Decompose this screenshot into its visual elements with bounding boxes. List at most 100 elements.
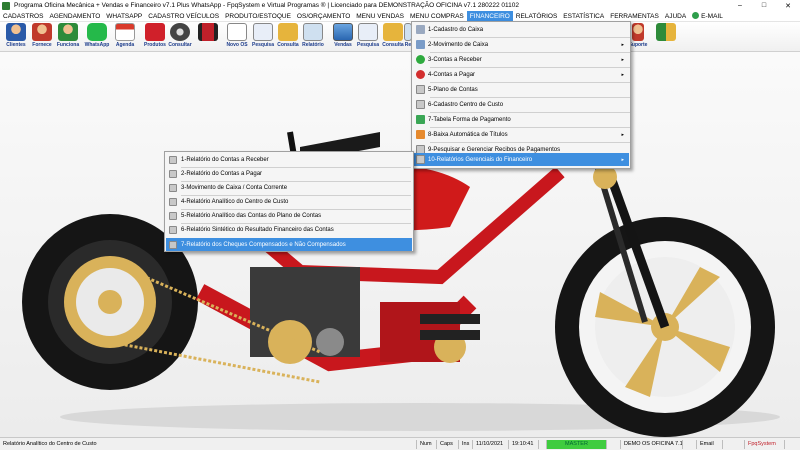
calendar-icon [115,23,135,41]
report-icon [416,155,425,164]
pencil-icon [416,115,425,124]
cash-movement-icon [416,40,425,49]
menu-item-contas-pagar[interactable]: 4-Contas a Pagar ▸ [413,68,629,81]
menu-cadastro-veiculos[interactable]: CADASTRO VEÍCULOS [145,11,222,22]
submenu-item-movimento-caixa[interactable]: 3-Movimento de Caixa / Conta Corrente [166,181,412,194]
menu-os-orcamento[interactable]: OS/ORÇAMENTO [294,11,353,22]
close-button[interactable]: ✕ [776,0,800,11]
submenu-item-centro-custo[interactable]: 4-Relatório Analítico do Centro de Custo [166,195,412,208]
cash-register-icon [416,25,425,34]
app-icon [2,1,10,10]
menu-financeiro[interactable]: FINANCEIRO [466,10,513,22]
maximize-button[interactable]: □ [752,0,776,11]
submenu-arrow-icon: ▸ [621,71,624,78]
exit-door-icon [656,23,676,41]
menu-whatsapp[interactable]: WHATSAPP [103,11,145,22]
submenu-arrow-icon: ▸ [621,41,624,48]
report-icon [169,155,177,164]
menu-compras[interactable]: MENU COMPRAS [407,11,467,22]
menu-item-plano-contas[interactable]: 5-Plano de Contas [413,83,629,96]
clients-icon [6,23,26,41]
report-icon [169,225,177,234]
menu-ajuda[interactable]: AJUDA [662,11,689,22]
toolbar-relatorio-os-button[interactable]: Relatório [300,23,326,51]
submenu-item-plano-contas[interactable]: 5-Relatório Analítico das Contas do Plan… [166,209,412,222]
menu-email[interactable]: E-MAIL [689,11,726,22]
email-icon [692,12,700,20]
motorcycle-icon [198,23,218,41]
supplier-icon [32,23,52,41]
toolbar-agenda-button[interactable]: Agenda [112,23,138,51]
monitor-icon [333,23,353,41]
submenu-item-contas-receber[interactable]: 1-Relatório do Contas a Receber [166,153,412,166]
submenu-item-cheques[interactable]: 7-Relatório dos Cheques Compensados e Nã… [166,238,412,251]
toolbar-clientes-button[interactable]: Clientes [3,23,29,51]
folder-icon [383,23,403,41]
resize-grip-icon[interactable] [784,440,800,449]
menu-bar: CADASTROS AGENDAMENTO WHATSAPP CADASTRO … [0,10,800,22]
menu-item-forma-pagamento[interactable]: 7-Tabela Forma de Pagamento [413,113,629,126]
menu-item-contas-receber[interactable]: 3-Contas a Receber ▸ [413,53,629,66]
toolbar-pesquisa-vendas-button[interactable]: Pesquisa [355,23,381,51]
toolbox-icon [145,23,165,41]
cost-center-icon [416,100,425,109]
menu-estatistica[interactable]: ESTATÍSTICA [560,11,607,22]
menu-vendas[interactable]: MENU VENDAS [353,11,407,22]
status-date: 11/10/2021 [472,440,508,449]
toolbar-consulta-os-button[interactable]: Consulta [275,23,301,51]
toolbar-pesquisa-os-button[interactable]: Pesquisa [250,23,276,51]
toolbar-vendas-button[interactable]: Vendas [330,23,356,51]
menu-item-movimento-caixa[interactable]: 2-Movimento de Caixa ▸ [413,38,629,51]
menu-produto-estoque[interactable]: PRODUTO/ESTOQUE [222,11,294,22]
status-extra [722,440,744,449]
master-status-icon [538,440,546,449]
status-message: Relatório Analítico do Centro de Custo [3,441,97,447]
menu-ferramentas[interactable]: FERRAMENTAS [607,11,662,22]
email-status-icon [682,440,696,449]
status-fpqsystem[interactable]: FpqSystem [744,440,784,449]
toolbar-whatsapp-button[interactable]: WhatsApp [84,23,110,51]
status-ins: Ins [458,440,472,449]
menu-relatorios[interactable]: RELATÓRIOS [513,11,560,22]
report-icon [169,197,177,206]
toolbar-suporte-button[interactable]: Suporte [629,23,647,51]
submenu-arrow-icon: ▸ [621,56,624,63]
status-demo-license: DEMO OS OFICINA 7.1 [620,440,683,449]
submenu-arrow-icon: ▸ [621,156,624,163]
new-document-icon [227,23,247,41]
report-icon [169,240,177,249]
search-document-icon [358,23,378,41]
menu-item-cadastro-caixa[interactable]: 1-Cadastro do Caixa [413,23,629,36]
menu-item-relatorios-gerenciais[interactable]: 10-Relatórios Gerenciais do Financeiro ▸ [413,153,629,166]
menu-agendamento[interactable]: AGENDAMENTO [46,11,103,22]
window-title: Programa Oficina Mecânica + Vendas e Fin… [14,2,519,9]
toolbar-novo-os-button[interactable]: Novo OS [224,23,250,51]
receivable-icon [416,55,425,64]
folder-icon [278,23,298,41]
menu-cadastros[interactable]: CADASTROS [0,11,46,22]
auto-settle-icon [416,130,425,139]
toolbar-motorcycle-button[interactable] [195,23,221,51]
toolbar-produtos-button[interactable]: Produtos [142,23,168,51]
report-icon [169,211,177,220]
toolbar: Clientes Fornece Funciona WhatsApp Agend… [0,22,800,52]
menu-item-centro-custo[interactable]: 6-Cadastro Centro de Custo [413,98,629,111]
submenu-item-contas-pagar[interactable]: 2-Relatório do Contas a Pagar [166,167,412,180]
status-num: Num [416,440,436,449]
support-icon [632,23,644,41]
whatsapp-icon [87,23,107,41]
status-master-badge: MASTER [546,440,606,449]
toolbar-consultar-button[interactable]: Consultar [167,23,193,51]
window-controls: – □ ✕ [728,0,800,11]
search-document-icon [253,23,273,41]
toolbar-funcionario-button[interactable]: Funciona [55,23,81,51]
minimize-button[interactable]: – [728,0,752,11]
status-caps: Caps [436,440,458,449]
employee-icon [58,23,78,41]
status-email[interactable]: Email [696,440,722,449]
submenu-item-resultado-financeiro[interactable]: 6-Relatório Sintético do Resultado Finan… [166,223,412,236]
relatorios-gerenciais-submenu: 1-Relatório do Contas a Receber 2-Relató… [164,151,414,252]
toolbar-exit-button[interactable] [653,23,679,51]
menu-item-baixa-automatica[interactable]: 8-Baixa Automática de Títulos ▸ [413,128,629,141]
toolbar-fornecedor-button[interactable]: Fornece [29,23,55,51]
